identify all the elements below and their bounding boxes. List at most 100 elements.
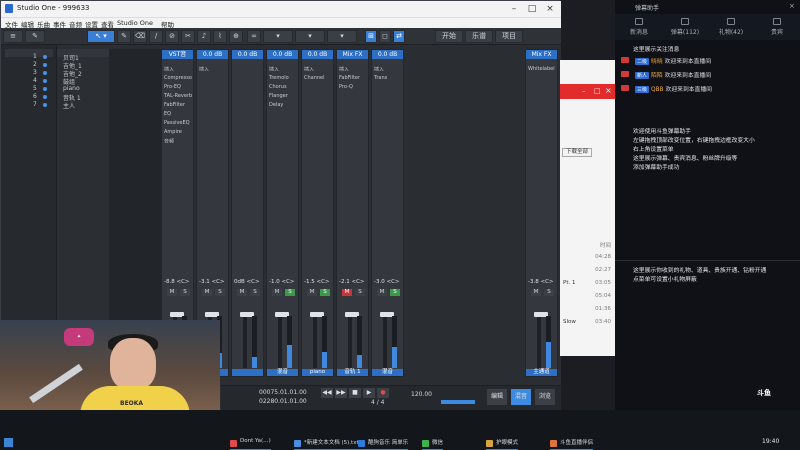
project-button[interactable]: 项目 — [495, 30, 523, 43]
minimize-icon[interactable]: – — [582, 87, 586, 95]
track-row[interactable]: 6 音轨 1 — [29, 93, 109, 102]
insert-slot[interactable]: Ampire — [164, 129, 192, 134]
window-titlebar[interactable]: Studio One - 999633 – □ × — [1, 1, 561, 17]
insert-slot[interactable]: Pro-Q — [339, 84, 367, 89]
insert-slot[interactable]: 插入 — [164, 66, 192, 71]
metronome-volume-bar[interactable] — [441, 400, 475, 404]
insert-slot[interactable]: PassiveEQ — [164, 120, 192, 125]
taskbar-item[interactable]: 护眼模式 — [486, 438, 519, 450]
volume-fader[interactable] — [243, 316, 247, 368]
score-button[interactable]: 乐谱 — [465, 30, 493, 43]
solo-button[interactable]: S — [390, 289, 400, 296]
mute-button[interactable]: M — [167, 289, 177, 296]
chat-message[interactable]: 三级 QBB 欢迎来到本直播间 — [635, 84, 712, 93]
record-icon[interactable]: ● — [377, 388, 389, 398]
edit-button[interactable]: ✎ — [25, 30, 45, 43]
zoom-tool-icon[interactable]: ⊕ — [229, 30, 243, 43]
volume-fader[interactable] — [537, 316, 541, 368]
track-row[interactable]: 3 吉他_2 — [29, 69, 109, 78]
insert-slot[interactable]: Trans — [374, 75, 402, 80]
mute-button[interactable]: M — [237, 289, 247, 296]
timebase-dropdown[interactable]: ▾ — [327, 30, 357, 43]
taskbar-item[interactable]: Dont Ya(…) — [230, 438, 271, 450]
insert-slot[interactable]: 插入 — [199, 66, 227, 71]
solo-button[interactable]: S — [215, 289, 225, 296]
channel-name[interactable]: 音轨 1 — [337, 369, 368, 376]
song-row[interactable]: 02:27 — [563, 267, 613, 277]
song-row[interactable]: Slow 03:40 — [563, 319, 613, 329]
stop-icon[interactable]: ■ — [349, 388, 361, 398]
track-row[interactable]: 1 贝司1 — [29, 53, 109, 62]
paint-tool-icon[interactable]: ∕ — [149, 30, 163, 43]
insert-slot[interactable]: FabFilter — [339, 75, 367, 80]
rewind-icon[interactable]: ◀◀ — [321, 388, 333, 398]
taskbar-item[interactable]: 微信 — [422, 438, 444, 450]
track-row[interactable]: 7 主人 — [29, 101, 109, 110]
mute-button[interactable]: M — [342, 289, 352, 296]
start-button[interactable]: 开始 — [435, 30, 463, 43]
menu-studio-one[interactable]: Studio One — [117, 19, 153, 27]
mute-button[interactable]: M — [202, 289, 212, 296]
tab-gifts[interactable]: 礼物(42) — [709, 18, 753, 36]
insert-slot[interactable]: 音频 — [164, 138, 192, 143]
loop-icon[interactable]: ⇄ — [393, 30, 405, 43]
channel-header[interactable]: VST音 — [162, 50, 193, 59]
song-row[interactable]: 05:04 — [563, 293, 613, 303]
channel-header[interactable]: Mix FX — [337, 50, 368, 59]
song-row[interactable]: 时间 — [563, 241, 613, 251]
channel-name[interactable]: 混音 — [372, 369, 403, 376]
channel-header[interactable]: Mix FX — [526, 50, 557, 59]
close-icon[interactable]: × — [541, 3, 559, 15]
insert-slot[interactable]: Whitelabel — [528, 66, 556, 71]
insert-slot[interactable]: 插入 — [339, 66, 367, 71]
mute-tool-icon[interactable]: ⊘ — [165, 30, 179, 43]
minimize-icon[interactable]: – — [505, 3, 523, 15]
maximize-icon[interactable]: □ — [523, 3, 541, 15]
song-row[interactable]: 01:36 — [563, 306, 613, 316]
insert-slot[interactable]: Chorus — [269, 84, 297, 89]
insert-slot[interactable]: TAL-Reverb — [164, 93, 192, 98]
close-icon[interactable]: × — [789, 2, 795, 10]
channel-name[interactable] — [232, 369, 263, 376]
channel-header[interactable]: 0.0 dB — [302, 50, 333, 59]
volume-fader[interactable] — [383, 316, 387, 368]
pencil-tool-icon[interactable]: ✎ — [117, 30, 131, 43]
track-row[interactable]: 5 piano — [29, 85, 109, 93]
song-row[interactable]: Pt. 1 03:05 — [563, 280, 613, 290]
arrow-tool-button[interactable]: ↖ ▾ — [87, 30, 115, 43]
solo-button[interactable]: S — [180, 289, 190, 296]
channel-name[interactable]: 混音 — [267, 369, 298, 376]
tab-danmaku[interactable]: 弹幕(112) — [663, 18, 707, 36]
quantize-dropdown[interactable]: ▾ — [295, 30, 325, 43]
insert-slot[interactable]: FabFilter — [164, 102, 192, 107]
split-tool-icon[interactable]: ✂ — [181, 30, 195, 43]
song-row[interactable]: 04:28 — [563, 254, 613, 264]
bend-tool-icon[interactable]: ⌇ — [213, 30, 227, 43]
insert-slot[interactable]: Compressor — [164, 75, 192, 80]
insert-slot[interactable]: 插入 — [269, 66, 297, 71]
user-name[interactable]: 晓晓 — [651, 59, 663, 65]
solo-button[interactable]: S — [355, 289, 365, 296]
channel-header[interactable]: 0.0 dB — [267, 50, 298, 59]
user-name[interactable]: QBB — [651, 87, 664, 93]
tab-vip[interactable]: 贵宾 — [755, 18, 799, 36]
mute-button[interactable]: M — [272, 289, 282, 296]
insert-slot[interactable]: Delay — [269, 102, 297, 107]
chat-message[interactable]: 二级 晓晓 欢迎来到本直播间 — [635, 56, 711, 65]
snap-dropdown[interactable]: ▾ — [263, 30, 293, 43]
solo-button[interactable]: S — [250, 289, 260, 296]
mute-button[interactable]: M — [377, 289, 387, 296]
tab-new-messages[interactable]: 新消息 — [617, 18, 661, 36]
forward-icon[interactable]: ▶▶ — [335, 388, 347, 398]
chat-message[interactable]: 新人 陌陌 欢迎来到本直播间 — [635, 70, 711, 79]
arrangement-view[interactable] — [109, 49, 161, 324]
user-name[interactable]: 陌陌 — [651, 73, 663, 79]
edit-view-button[interactable]: 编辑 — [487, 389, 507, 405]
channel-header[interactable]: 0.0 dB — [197, 50, 228, 59]
play-icon[interactable]: ▶ — [363, 388, 375, 398]
volume-fader[interactable] — [348, 316, 352, 368]
browse-view-button[interactable]: 浏览 — [535, 389, 555, 405]
taskbar-item[interactable]: *新建文本文档 (5).txt — [294, 438, 359, 450]
solo-button[interactable]: S — [285, 289, 295, 296]
eraser-tool-icon[interactable]: ⌫ — [133, 30, 147, 43]
